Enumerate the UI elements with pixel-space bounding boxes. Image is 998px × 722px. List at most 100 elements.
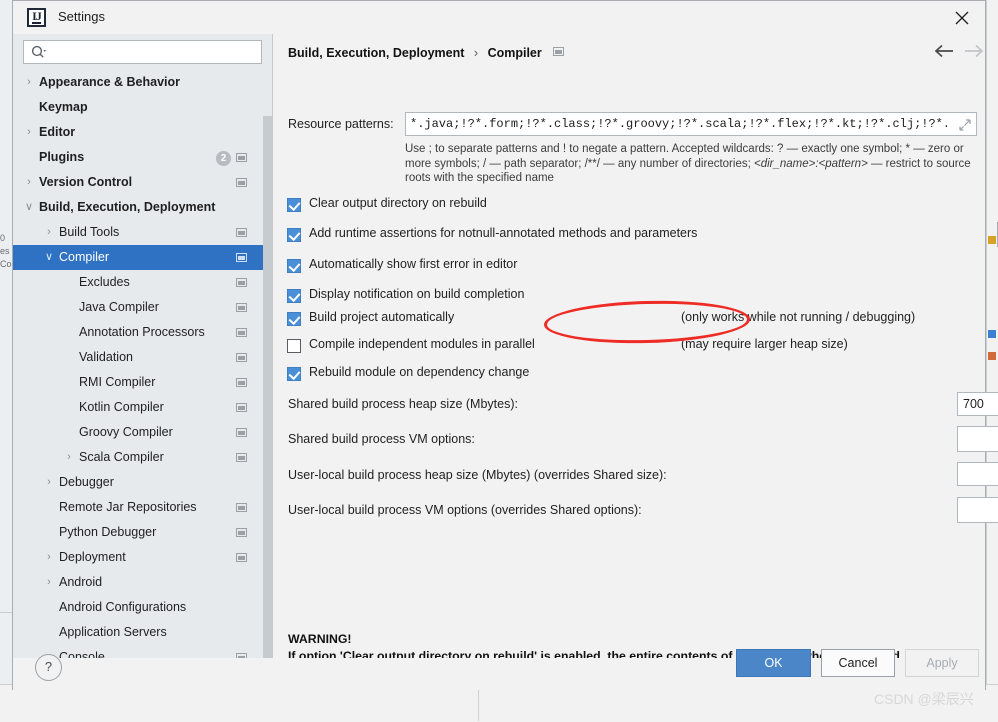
chevron-right-icon[interactable]: ›: [23, 170, 35, 195]
sidebar-item-remote-jar-repositories[interactable]: Remote Jar Repositories: [13, 495, 272, 520]
field-input-shared-build-process-vm-options[interactable]: [957, 426, 998, 452]
sidebar-item-label: Console: [59, 650, 105, 658]
sidebar-item-keymap[interactable]: Keymap: [13, 95, 272, 120]
field-input-user-local-build-process-vm-options-overrides-sh[interactable]: [957, 497, 998, 523]
resource-patterns-input[interactable]: [406, 113, 951, 135]
checkbox-label[interactable]: Add runtime assertions for notnull-annot…: [309, 226, 697, 240]
dialog-footer: ? OK Cancel Apply: [13, 649, 985, 690]
checkbox-label[interactable]: Build project automatically: [309, 310, 454, 324]
checkbox-label[interactable]: Clear output directory on rebuild: [309, 196, 487, 210]
apply-button[interactable]: Apply: [905, 649, 979, 677]
chevron-right-icon[interactable]: ›: [63, 445, 75, 470]
settings-tree[interactable]: › Appearance & Behavior Keymap › Editor Plugi…: [13, 70, 272, 658]
sidebar-item-label: Scala Compiler: [79, 450, 164, 464]
nav-forward-button[interactable]: [963, 44, 989, 64]
plugin-update-badge: 2: [216, 151, 231, 166]
field-input-shared-build-process-heap-size-mbytes[interactable]: [957, 392, 998, 416]
module-scope-icon: [236, 528, 247, 537]
chevron-down-icon[interactable]: ∨: [23, 195, 35, 220]
field-label-shared-build-process-vm-options: Shared build process VM options:: [288, 432, 475, 446]
breadcrumb-root[interactable]: Build, Execution, Deployment: [288, 46, 464, 60]
ok-button[interactable]: OK: [736, 649, 811, 677]
sidebar-item-label: Groovy Compiler: [79, 425, 173, 439]
sidebar-item-version-control[interactable]: › Version Control: [13, 170, 272, 195]
watermark: CSDN @梁辰兴: [874, 691, 974, 707]
sidebar-item-rmi-compiler[interactable]: RMI Compiler: [13, 370, 272, 395]
sidebar-item-debugger[interactable]: › Debugger: [13, 470, 272, 495]
sidebar-item-annotation-processors[interactable]: Annotation Processors: [13, 320, 272, 345]
background-right-icons: [988, 0, 998, 721]
module-scope-icon: [236, 378, 247, 387]
dialog-title: Settings: [58, 9, 105, 24]
chevron-right-icon[interactable]: ›: [43, 220, 55, 245]
sidebar-item-label: RMI Compiler: [79, 375, 156, 389]
checkbox-build-project-automatically[interactable]: [287, 312, 301, 326]
module-scope-icon: [236, 328, 247, 337]
sidebar-item-label: Deployment: [59, 550, 126, 564]
sidebar-item-application-servers[interactable]: Application Servers: [13, 620, 272, 645]
hint-line-1: Use ; to separate patterns and ! to nega…: [405, 143, 951, 155]
sidebar-item-deployment[interactable]: › Deployment: [13, 545, 272, 570]
chevron-right-icon[interactable]: ›: [23, 120, 35, 145]
module-scope-icon: [236, 278, 247, 287]
expand-editor-icon[interactable]: [959, 119, 971, 131]
sidebar-item-python-debugger[interactable]: Python Debugger: [13, 520, 272, 545]
settings-sidebar: › Appearance & Behavior Keymap › Editor Plugi…: [13, 34, 273, 676]
checkbox-label[interactable]: Display notification on build completion: [309, 287, 524, 301]
chevron-down-icon[interactable]: ∨: [43, 245, 55, 270]
sidebar-item-scala-compiler[interactable]: › Scala Compiler: [13, 445, 272, 470]
sidebar-item-java-compiler[interactable]: Java Compiler: [13, 295, 272, 320]
sidebar-scrollbar-thumb[interactable]: [263, 116, 272, 676]
chevron-right-icon[interactable]: ›: [23, 70, 35, 95]
checkbox-automatically-show-first-error-in-editor[interactable]: [287, 259, 301, 273]
sidebar-item-label: Appearance & Behavior: [39, 75, 181, 89]
field-input-user-local-build-process-heap-size-mbytes-overri[interactable]: [957, 462, 998, 486]
sidebar-item-label: Python Debugger: [59, 525, 157, 539]
module-scope-icon: [236, 178, 247, 187]
checkbox-display-notification-on-build-completion[interactable]: [287, 289, 301, 303]
sidebar-scrollbar-track[interactable]: [263, 70, 272, 676]
folder-icon: [988, 236, 996, 244]
checkbox-label[interactable]: Automatically show first error in editor: [309, 257, 517, 271]
resource-patterns-field[interactable]: [405, 112, 977, 136]
checkbox-label[interactable]: Compile independent modules in parallel: [309, 337, 535, 351]
chevron-right-icon[interactable]: ›: [43, 545, 55, 570]
sidebar-item-android[interactable]: › Android: [13, 570, 272, 595]
intellij-logo-icon: IJ: [27, 8, 46, 27]
sidebar-item-editor[interactable]: › Editor: [13, 120, 272, 145]
checkbox-add-runtime-assertions-for-notnull-annotated-methods-and-parameters[interactable]: [287, 228, 301, 242]
cancel-button[interactable]: Cancel: [821, 649, 895, 677]
close-icon[interactable]: [939, 1, 985, 34]
hint-line-2b: <dir_name>:<pattern>: [753, 157, 868, 170]
sidebar-item-appearance-behavior[interactable]: › Appearance & Behavior: [13, 70, 272, 95]
sidebar-item-groovy-compiler[interactable]: Groovy Compiler: [13, 420, 272, 445]
sidebar-item-label: Editor: [39, 125, 76, 139]
sidebar-item-excludes[interactable]: Excludes: [13, 270, 272, 295]
sidebar-item-label: Version Control: [39, 175, 133, 189]
field-input-control[interactable]: [958, 498, 998, 522]
field-input-control[interactable]: [958, 463, 998, 485]
sidebar-item-label: Annotation Processors: [79, 325, 205, 339]
help-button[interactable]: ?: [35, 654, 62, 681]
sidebar-item-android-configurations[interactable]: Android Configurations: [13, 595, 272, 620]
sidebar-item-kotlin-compiler[interactable]: Kotlin Compiler: [13, 395, 272, 420]
sidebar-item-compiler[interactable]: ∨ Compiler: [13, 245, 272, 270]
sidebar-item-build-tools[interactable]: › Build Tools: [13, 220, 272, 245]
sidebar-item-validation[interactable]: Validation: [13, 345, 272, 370]
sidebar-item-label: Kotlin Compiler: [79, 400, 164, 414]
nav-back-button[interactable]: [933, 44, 959, 64]
sidebar-item-plugins[interactable]: Plugins 2: [13, 145, 272, 170]
chevron-right-icon[interactable]: ›: [43, 570, 55, 595]
module-scope-icon: [236, 428, 247, 437]
field-input-control[interactable]: [958, 393, 998, 415]
field-input-control[interactable]: [958, 427, 998, 451]
chevron-right-icon[interactable]: ›: [43, 470, 55, 495]
checkbox-label[interactable]: Rebuild module on dependency change: [309, 365, 529, 379]
checkbox-rebuild-module-on-dependency-change[interactable]: [287, 367, 301, 381]
sidebar-item-build-execution-deployment[interactable]: ∨ Build, Execution, Deployment: [13, 195, 272, 220]
search-input[interactable]: [23, 40, 262, 64]
checkbox-compile-independent-modules-in-parallel[interactable]: [287, 339, 301, 353]
checkbox-clear-output-directory-on-rebuild[interactable]: [287, 198, 301, 212]
database-icon: [988, 352, 996, 360]
sidebar-item-label: Debugger: [59, 475, 114, 489]
